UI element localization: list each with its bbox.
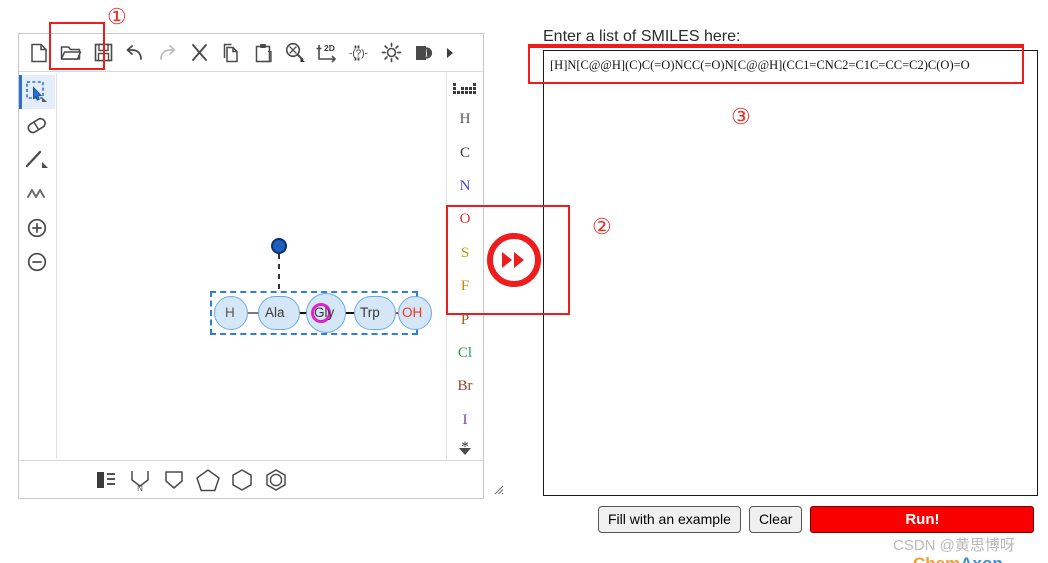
watermark-text: CSDN @黄思博呀 (893, 537, 1015, 554)
reaction-map-icon[interactable]: -(?)- (343, 37, 375, 69)
peptide-molecule[interactable]: H Ala Gly Trp OH (170, 238, 432, 353)
cyclobutane-template-icon[interactable] (157, 464, 191, 496)
element-button-cl[interactable]: Cl (447, 337, 483, 370)
select-tool[interactable] (19, 75, 55, 109)
settings-gear-icon[interactable] (375, 37, 407, 69)
element-label: Cl (457, 344, 473, 361)
template-library-icon[interactable] (89, 464, 123, 496)
periodic-table-icon[interactable] (447, 77, 483, 103)
watermark-logo: ChemAxon (913, 554, 1003, 563)
element-label: C (459, 144, 470, 161)
editor-template-toolbar: N (19, 460, 483, 498)
element-button-f[interactable]: F (447, 270, 483, 303)
run-button[interactable]: Run! (810, 506, 1035, 533)
new-file-icon[interactable] (23, 37, 55, 69)
form-button-row: Fill with an example Clear Run! (598, 506, 1035, 533)
element-label: F (460, 278, 470, 295)
charge-plus-tool[interactable] (19, 211, 55, 245)
cyclopentane-template-icon[interactable] (191, 464, 225, 496)
element-button-p[interactable]: P (447, 303, 483, 336)
bond-tool[interactable] (19, 143, 55, 177)
element-label: Br (457, 378, 473, 395)
element-button-o[interactable]: O (447, 203, 483, 236)
element-label: P (460, 311, 470, 328)
residue-label-trp: Trp (360, 305, 380, 320)
clear-button[interactable]: Clear (748, 506, 803, 533)
structure-editor-panel: 2D -(?)- i H C N O S F P Cl Br I * N H A… (18, 33, 484, 499)
info-icon[interactable]: i (407, 37, 439, 69)
benzene-template-icon[interactable] (259, 464, 293, 496)
watermark-logo-left: Chem (913, 554, 960, 563)
element-button-i[interactable]: I (447, 404, 483, 437)
more-chevron-icon[interactable] (439, 37, 461, 69)
residue-label-oh: OH (402, 305, 423, 320)
annotation-number-1: ① (107, 4, 127, 29)
element-button-s[interactable]: S (447, 237, 483, 270)
zoom-icon[interactable] (279, 37, 311, 69)
smiles-heading: Enter a list of SMILES here: (543, 28, 741, 45)
watermark-logo-right: Axon (960, 554, 1003, 563)
element-label: O (459, 211, 471, 228)
smiles-input[interactable] (543, 50, 1038, 496)
undo-icon[interactable] (119, 37, 151, 69)
editor-top-toolbar: 2D -(?)- i (19, 34, 483, 72)
layout-2d-icon[interactable]: 2D (311, 37, 343, 69)
element-button-h[interactable]: H (447, 103, 483, 136)
save-file-icon[interactable] (87, 37, 119, 69)
attachment-dashed-bond (278, 254, 280, 294)
copy-icon[interactable] (215, 37, 247, 69)
redo-icon[interactable] (151, 37, 183, 69)
residue-label-h: H (225, 305, 235, 320)
svg-text:2D: 2D (324, 43, 335, 53)
chain-tool[interactable] (19, 177, 55, 211)
eraser-tool[interactable] (19, 109, 55, 143)
open-file-icon[interactable] (55, 37, 87, 69)
attachment-point-dot (271, 238, 287, 254)
element-button-n[interactable]: N (447, 170, 483, 203)
residue-label-ala: Ala (265, 305, 285, 320)
pyrrole-template-icon[interactable]: N (123, 464, 157, 496)
cyclohexane-template-icon[interactable] (225, 464, 259, 496)
editor-tool-rail (19, 73, 57, 459)
paste-icon[interactable] (247, 37, 279, 69)
element-button-c[interactable]: C (447, 136, 483, 169)
svg-text:N: N (137, 484, 143, 492)
element-label: I (462, 411, 468, 428)
structure-canvas[interactable]: H Ala Gly Trp OH (58, 73, 445, 459)
charge-minus-tool[interactable] (19, 245, 55, 279)
residue-label-gly: Gly (314, 305, 335, 320)
fill-example-button[interactable]: Fill with an example (598, 506, 741, 533)
element-label: S (460, 244, 470, 261)
fast-forward-icon (487, 233, 541, 287)
cut-icon[interactable] (183, 37, 215, 69)
element-button-br[interactable]: Br (447, 370, 483, 403)
svg-text:i: i (425, 48, 428, 59)
element-label: H (459, 111, 471, 128)
textarea-resize-grip[interactable] (492, 482, 504, 495)
element-label: N (459, 177, 471, 194)
element-rail: H C N O S F P Cl Br I * (446, 73, 483, 459)
chevron-down-icon[interactable] (447, 441, 483, 461)
